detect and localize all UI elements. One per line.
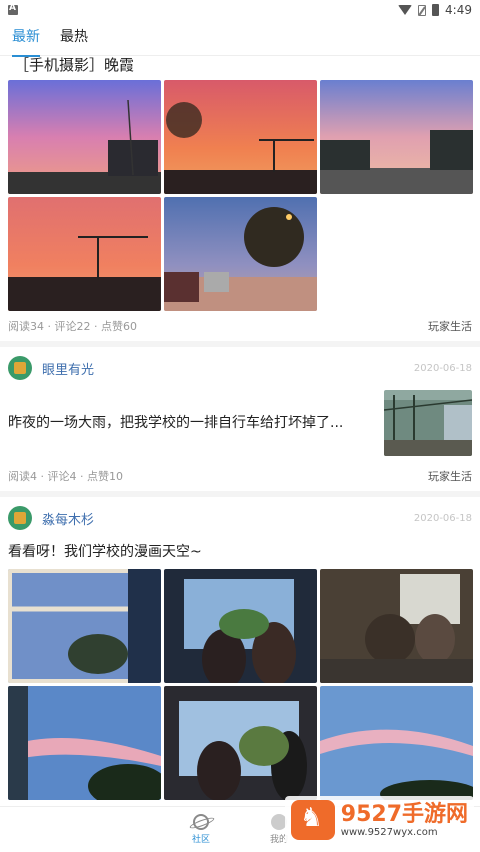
post-text: 昨夜的一场大雨，把我学校的一排自行车给打坏掉了... [8,415,344,431]
avatar[interactable] [8,356,32,380]
post-stats: 阅读4 · 评论4 · 点赞10 [8,470,123,483]
photo-sunset-1[interactable] [8,80,161,194]
post-card[interactable]: 淼每木杉 2020-06-18 看看呀！我们学校的漫画天空~ [0,501,480,800]
post-date: 2020-06-18 [413,362,472,374]
no-sim-icon [418,4,427,16]
status-bar: 4:49 [0,0,480,20]
photo-bike-shed[interactable] [384,390,472,456]
clock: 4:49 [445,3,472,17]
photo-sunset-4[interactable] [8,197,161,311]
post-category[interactable]: 玩家生活 [428,468,472,484]
photo-grid [0,569,480,800]
post-text: 看看呀！我们学校的漫画天空~ [8,544,202,560]
username[interactable]: 淼每木杉 [42,509,414,528]
post-date: 2020-06-18 [413,512,472,524]
post-meta: 阅读34 · 评论22 · 点赞60 玩家生活 [0,311,480,341]
post-card[interactable]: 眼里有光 2020-06-18 昨夜的一场大雨，把我学校的一排自行车给打坏掉了.… [0,351,480,491]
photo-sunset-3[interactable] [320,80,473,194]
tab-hot[interactable]: 最热 [60,26,88,50]
post-meta: 阅读4 · 评论4 · 点赞10 玩家生活 [0,461,480,491]
avatar[interactable] [8,506,32,530]
photo-classroom[interactable] [320,569,473,683]
nav-community-label: 社区 [191,835,210,845]
post-title: ［手机摄影］晚霞 [14,56,135,74]
planet-icon [192,814,209,830]
photo-sky-3[interactable] [320,686,473,800]
divider [0,491,480,497]
tab-latest[interactable]: 最新 [12,26,40,57]
feed-tabs: 最新 最热 [0,20,480,57]
post-category[interactable]: 玩家生活 [428,318,472,334]
nav-community[interactable]: 社区 [192,814,210,845]
photo-window-girls[interactable] [164,569,317,683]
post-body: 昨夜的一场大雨，把我学校的一排自行车给打坏掉了... [0,385,480,461]
photo-street-dusk[interactable] [164,197,317,311]
feed: ［手机摄影］晚霞 阅读34 · 评论22 · 点赞60 玩家生活 眼里有光 20… [0,56,480,800]
author-row: 淼每木杉 2020-06-18 [0,501,480,535]
photo-window-sky-1[interactable] [8,569,161,683]
horse-logo-icon [290,800,335,840]
photo-grid [0,80,480,311]
photo-sky-2[interactable] [8,686,161,800]
post-stats: 阅读34 · 评论22 · 点赞60 [8,320,137,333]
watermark: 9527手游网 www.9527wyx.com [284,796,474,844]
photo-window-girl[interactable] [164,686,317,800]
wifi-icon [398,5,413,15]
battery-icon [432,4,440,16]
photo-sunset-2[interactable] [164,80,317,194]
app-notification-icon [8,3,18,15]
divider [0,341,480,347]
author-row: 眼里有光 2020-06-18 [0,351,480,385]
post-card[interactable]: ［手机摄影］晚霞 阅读34 · 评论22 · 点赞60 玩家生活 [0,56,480,341]
username[interactable]: 眼里有光 [42,359,414,378]
watermark-url: www.9527wyx.com [340,826,438,838]
watermark-brand: 9527手游网 [340,801,468,827]
